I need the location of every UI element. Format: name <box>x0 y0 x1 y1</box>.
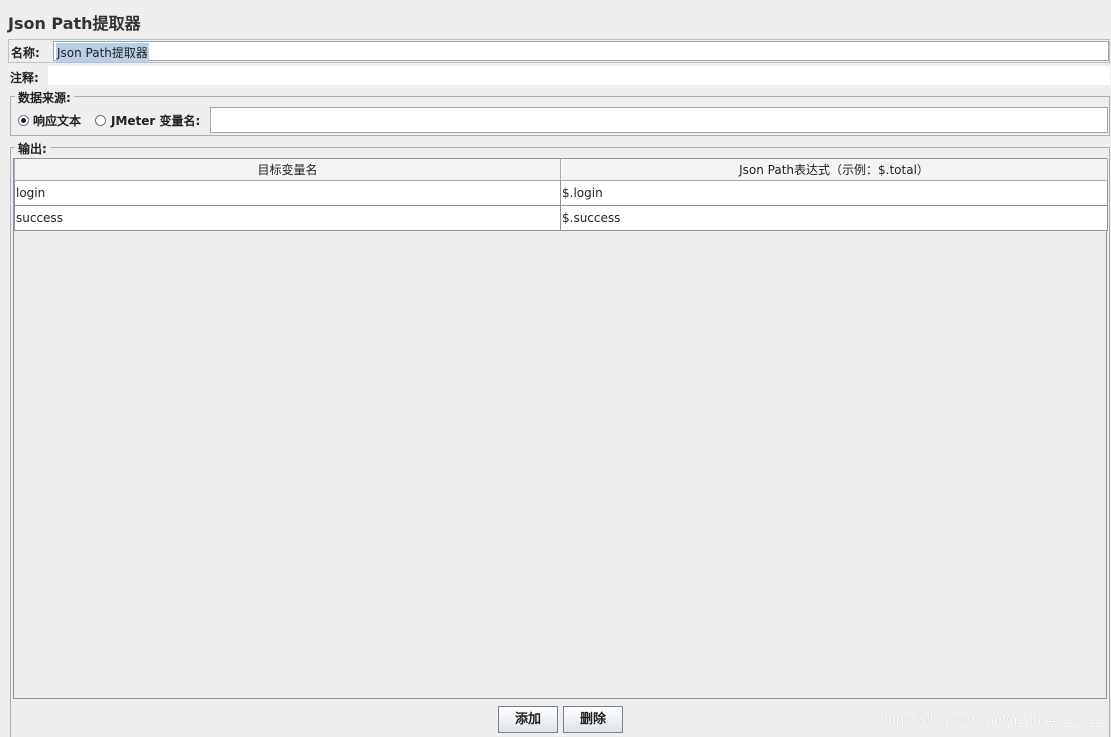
table-cell-variable[interactable]: login <box>14 180 561 206</box>
table-row[interactable]: login $.login <box>14 180 1108 206</box>
table-header-row: 目标变量名 Json Path表达式（示例：$.total） <box>14 159 1108 181</box>
page-title: Json Path提取器 <box>8 14 141 33</box>
output-table: 目标变量名 Json Path表达式（示例：$.total） login $.l… <box>14 159 1108 231</box>
jmeter-variable-radio[interactable] <box>95 115 106 126</box>
jmeter-variable-label[interactable]: JMeter 变量名: <box>111 112 200 129</box>
add-button[interactable]: 添加 <box>498 706 558 733</box>
name-row: 名称: Json Path提取器 <box>8 39 1110 63</box>
table-row[interactable]: success $.success <box>14 205 1108 231</box>
column-header-json-path[interactable]: Json Path表达式（示例：$.total） <box>560 159 1108 181</box>
table-cell-variable[interactable]: success <box>14 205 561 231</box>
data-source-legend: 数据来源: <box>15 89 74 106</box>
response-text-radio[interactable] <box>18 115 29 126</box>
table-cell-expression[interactable]: $.login <box>560 180 1108 206</box>
comment-label: 注释: <box>10 71 39 85</box>
comment-input[interactable] <box>48 66 1110 85</box>
output-legend: 输出: <box>15 140 50 157</box>
comment-row: 注释: <box>8 65 1110 87</box>
delete-button[interactable]: 删除 <box>563 706 623 733</box>
data-source-group: 数据来源: 响应文本 JMeter 变量名: <box>10 89 1110 136</box>
response-text-label[interactable]: 响应文本 <box>33 112 81 129</box>
name-input[interactable]: Json Path提取器 <box>53 41 1109 62</box>
output-table-container[interactable]: 目标变量名 Json Path表达式（示例：$.total） login $.l… <box>13 158 1108 699</box>
name-input-selected-text: Json Path提取器 <box>56 43 149 62</box>
name-label: 名称: <box>11 46 40 60</box>
watermark: https://blog.csdn.net/q13554515812 <box>880 711 1103 727</box>
table-cell-expression[interactable]: $.success <box>560 205 1108 231</box>
column-header-target-variable[interactable]: 目标变量名 <box>14 159 561 181</box>
jmeter-variable-input[interactable] <box>210 107 1108 133</box>
